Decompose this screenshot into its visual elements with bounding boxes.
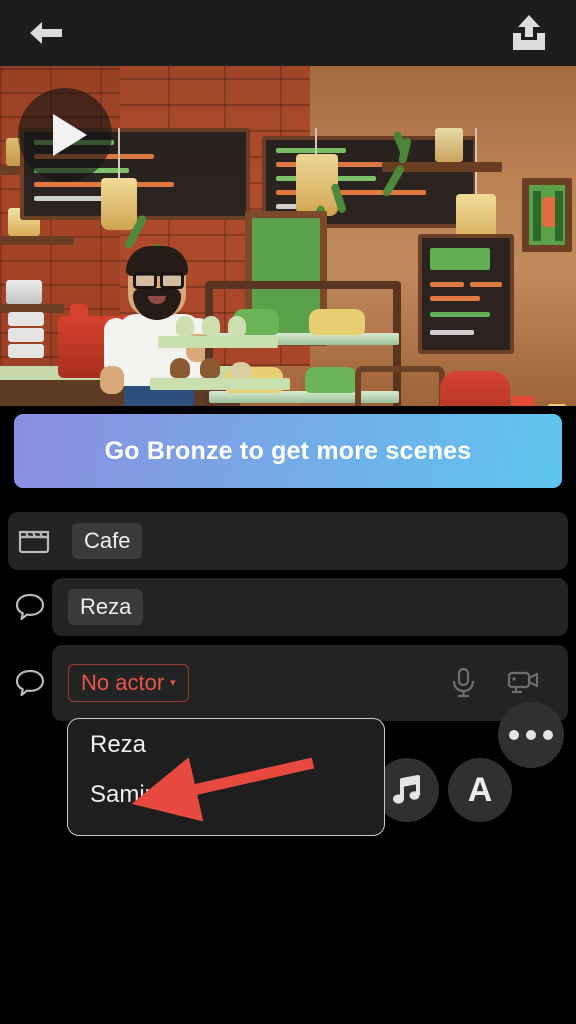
back-arrow-icon [30, 22, 62, 44]
dialogue-row-1: Reza [8, 578, 568, 636]
more-options-button[interactable] [498, 702, 564, 768]
share-button[interactable] [508, 13, 550, 53]
play-icon [52, 114, 87, 156]
play-button[interactable] [18, 88, 112, 182]
dialogue-panel-2[interactable]: No actor ▾ [52, 645, 568, 721]
back-button[interactable] [26, 18, 66, 48]
dialogue-tools [450, 666, 568, 700]
clapperboard-icon [12, 528, 56, 554]
speech-bubble-icon [8, 667, 52, 699]
app-root: Go Bronze to get more scenes Cafe Reza N… [0, 0, 576, 1024]
speech-bubble-icon [8, 591, 52, 623]
dropdown-item-samir[interactable]: Samir [90, 783, 384, 807]
actor-select-label: No actor [81, 670, 165, 695]
video-preview[interactable] [0, 66, 576, 406]
video-camera-icon [507, 671, 539, 694]
chevron-down-icon: ▾ [170, 676, 176, 689]
share-export-icon [513, 15, 545, 50]
more-options-icon [509, 730, 553, 740]
record-audio-button[interactable] [450, 666, 476, 700]
go-bronze-label: Go Bronze to get more scenes [104, 436, 472, 465]
microphone-icon [452, 667, 475, 698]
record-video-button[interactable] [506, 668, 540, 698]
dropdown-item-reza[interactable]: Reza [90, 733, 384, 757]
scene-panel[interactable]: Cafe [8, 512, 568, 570]
actor-dropdown-menu[interactable]: Reza Samir [67, 718, 385, 836]
music-note-icon [393, 775, 420, 804]
actor-chip-reza[interactable]: Reza [68, 589, 144, 625]
dialogue-panel-1[interactable]: Reza [52, 578, 568, 636]
dialogue-row-2: No actor ▾ [8, 645, 568, 721]
scene-chip[interactable]: Cafe [72, 523, 143, 559]
top-bar [0, 0, 576, 66]
go-bronze-button[interactable]: Go Bronze to get more scenes [14, 414, 562, 488]
text-tool-button[interactable]: A [448, 758, 512, 822]
text-tool-label: A [467, 770, 493, 809]
scene-row: Cafe [8, 512, 568, 570]
actor-select-no-actor[interactable]: No actor ▾ [68, 664, 189, 702]
